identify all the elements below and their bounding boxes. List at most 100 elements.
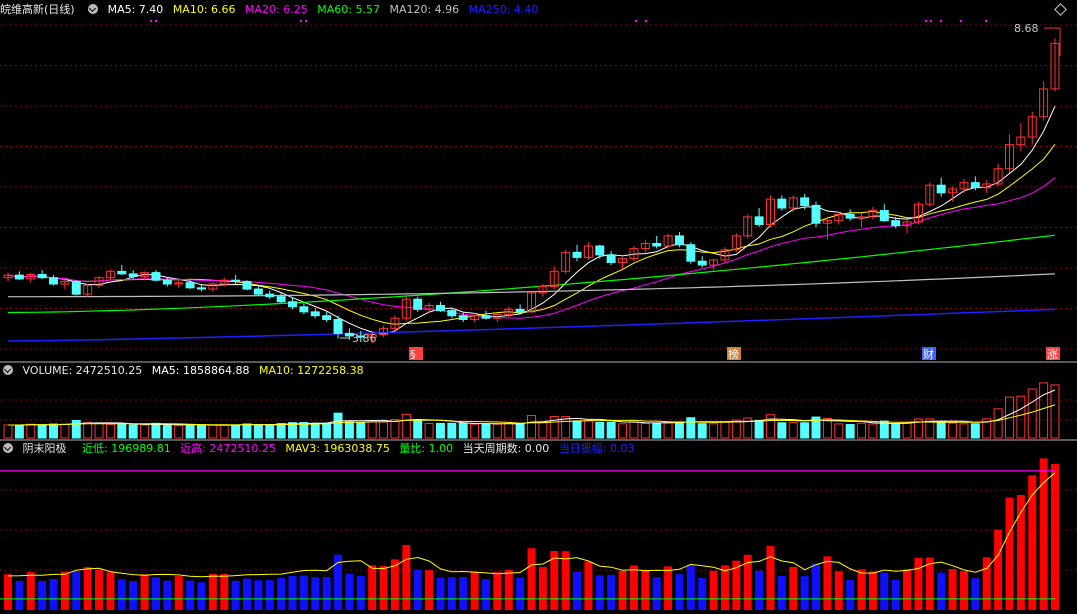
indicator-bar bbox=[516, 577, 525, 610]
indicator-bar bbox=[95, 569, 104, 610]
signal-dot bbox=[940, 20, 942, 22]
volume-bar bbox=[447, 422, 457, 439]
chart-annotations: 8.68 3.86 § 榜 财 涨 bbox=[150, 20, 1061, 361]
low-price-label: 3.86 bbox=[352, 332, 377, 345]
settings-toggle-icon[interactable] bbox=[88, 4, 99, 14]
candle-body bbox=[891, 220, 901, 227]
candle-body bbox=[811, 204, 821, 224]
indicator-bar bbox=[527, 548, 536, 610]
main-legend: 皖维高新(日线) MA5: 7.40 MA10: 6.66 MA20: 6.25… bbox=[0, 2, 544, 18]
volume-bar bbox=[196, 425, 206, 439]
indicator-bar bbox=[413, 569, 422, 610]
indicator-bar bbox=[629, 565, 638, 610]
indicator-bar bbox=[857, 569, 866, 610]
volume-bar bbox=[481, 423, 491, 439]
volume-bar bbox=[572, 420, 582, 439]
volume-bar bbox=[49, 423, 59, 439]
candle-body bbox=[879, 210, 889, 222]
volume-bar bbox=[1050, 384, 1060, 439]
volume-value: VOLUME: 2472510.25 bbox=[22, 364, 143, 377]
volume-bar bbox=[231, 424, 241, 439]
indicator-bar bbox=[368, 565, 377, 610]
volume-bar bbox=[435, 422, 445, 439]
volume-bar bbox=[413, 419, 423, 439]
candle-body bbox=[253, 288, 263, 295]
candle-body bbox=[754, 216, 764, 225]
volume-bar bbox=[299, 421, 309, 439]
indicator-bar bbox=[686, 564, 695, 610]
indicator-bar bbox=[38, 580, 47, 610]
volume-bar bbox=[640, 422, 650, 439]
indicator-bar bbox=[652, 577, 661, 610]
signal-dot bbox=[960, 20, 962, 22]
candle-body bbox=[117, 270, 127, 275]
indicator-bar bbox=[265, 580, 274, 610]
indicator-bar bbox=[72, 570, 81, 610]
candle-body bbox=[413, 298, 423, 310]
volume-bar bbox=[424, 423, 434, 439]
volume-bar bbox=[344, 421, 354, 439]
volume-bar bbox=[276, 423, 286, 439]
indicator-bar bbox=[186, 580, 195, 610]
indicator-bar bbox=[641, 569, 650, 610]
volume-bar bbox=[709, 423, 719, 439]
indicator-name: 阴末阳极 bbox=[22, 442, 67, 455]
indicator-bar bbox=[1039, 458, 1048, 610]
candle-body bbox=[652, 242, 662, 247]
volume-bar bbox=[1027, 388, 1037, 439]
ma250-legend: MA250: 4.40 bbox=[468, 3, 539, 16]
indicator-bar bbox=[288, 575, 297, 610]
candle-body bbox=[196, 287, 206, 290]
indicator-today: 当日振幅: 0.03 bbox=[558, 442, 635, 455]
signal-dot bbox=[305, 20, 307, 22]
volume-bars bbox=[3, 382, 1060, 439]
event-mark-finance: 财 bbox=[923, 347, 934, 361]
indicator-bar bbox=[299, 575, 308, 610]
volume-bar bbox=[595, 421, 605, 439]
event-mark-rank: 榜 bbox=[728, 347, 739, 361]
volume-bar bbox=[94, 422, 104, 439]
event-mark-limit-up: 涨 bbox=[1047, 348, 1058, 361]
volume-bar bbox=[936, 420, 946, 439]
candle-body bbox=[606, 254, 616, 263]
candle-body bbox=[49, 277, 59, 285]
candle-body bbox=[481, 315, 491, 319]
indicator-bar bbox=[1005, 497, 1014, 610]
indicator-bar bbox=[720, 565, 729, 610]
volume-bar bbox=[731, 419, 741, 439]
stock-title: 皖维高新(日线) bbox=[0, 3, 75, 16]
candle-body bbox=[674, 235, 684, 246]
indicator-bar bbox=[584, 561, 593, 610]
signal-dot bbox=[635, 20, 637, 22]
candle-body bbox=[14, 274, 24, 280]
indicator-bar bbox=[664, 566, 673, 610]
indicator-bar bbox=[277, 578, 286, 610]
volume-bar bbox=[379, 421, 389, 439]
indicator-ratio: 量比: 1.00 bbox=[399, 442, 454, 455]
indicator-toggle-icon[interactable] bbox=[3, 443, 13, 453]
indicator-bar bbox=[959, 571, 968, 610]
candle-body bbox=[447, 310, 457, 317]
candle-body bbox=[185, 282, 195, 289]
candle-body bbox=[276, 296, 286, 303]
indicator-bar bbox=[106, 572, 115, 610]
volume-bar bbox=[26, 423, 36, 439]
volume-bar bbox=[242, 423, 252, 439]
volume-bar bbox=[185, 424, 195, 439]
indicator-bar bbox=[49, 578, 58, 610]
event-mark-dividend: § bbox=[410, 348, 416, 361]
volume-toggle-icon[interactable] bbox=[3, 365, 13, 375]
volume-bar bbox=[834, 423, 844, 439]
indicator-bar bbox=[322, 577, 331, 610]
indicator-bar bbox=[83, 567, 92, 610]
stock-chart-canvas[interactable]: 8.68 3.86 § 榜 财 涨 bbox=[0, 0, 1077, 614]
indicator-bar bbox=[777, 576, 786, 610]
indicator-bar bbox=[174, 576, 183, 610]
volume-bar bbox=[583, 419, 593, 439]
indicator-bar bbox=[163, 580, 172, 610]
indicator-bar bbox=[208, 573, 217, 610]
volume-bar bbox=[492, 423, 502, 439]
ma250-line bbox=[7, 308, 1056, 342]
indicator-bar bbox=[937, 572, 946, 610]
volume-bar bbox=[322, 422, 332, 439]
